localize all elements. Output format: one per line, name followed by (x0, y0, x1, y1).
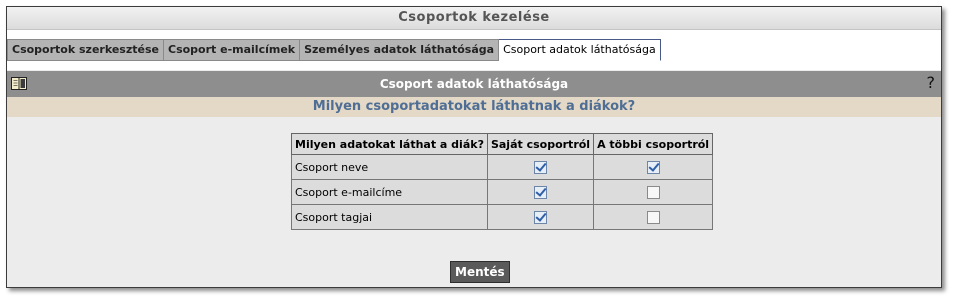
book-icon[interactable] (11, 76, 27, 90)
section-title: Csoport adatok láthatósága (379, 77, 569, 91)
main-panel: Csoportok kezelése Csoportok szerkesztés… (6, 6, 942, 288)
page-title: Csoportok kezelése (7, 7, 941, 30)
checkbox-email-others[interactable] (646, 185, 660, 199)
table-row: Csoport tagjai (291, 204, 714, 230)
tab-group-emails[interactable]: Csoport e-mailcímek (164, 39, 301, 61)
tab-group-data-visibility[interactable]: Csoport adatok láthatósága (499, 39, 661, 61)
row-label: Csoport neve (291, 154, 488, 180)
column-header-other-groups: A többi csoportról (593, 133, 714, 155)
tab-personal-data-visibility[interactable]: Személyes adatok láthatósága (300, 39, 500, 61)
save-button[interactable]: Mentés (450, 261, 510, 283)
help-icon[interactable]: ? (927, 72, 936, 94)
question-heading: Milyen csoportadatokat láthatnak a diáko… (7, 97, 941, 117)
row-label: Csoport e-mailcíme (291, 179, 488, 205)
checkbox-name-own[interactable] (534, 160, 548, 174)
tab-strip: Csoportok szerkesztése Csoport e-mailcím… (7, 30, 941, 70)
column-header-data: Milyen adatokat láthat a diák? (291, 133, 488, 155)
checkbox-name-others[interactable] (646, 160, 660, 174)
checkbox-email-own[interactable] (534, 185, 548, 199)
tab-bar: Csoportok szerkesztése Csoport e-mailcím… (7, 39, 661, 61)
checkbox-members-own[interactable] (534, 210, 548, 224)
table-row: Csoport neve (291, 154, 714, 180)
content-area: Milyen adatokat láthat a diák? Saját cso… (7, 117, 941, 287)
table-header-row: Milyen adatokat láthat a diák? Saját cso… (291, 133, 714, 155)
table-row: Csoport e-mailcíme (291, 179, 714, 205)
checkbox-members-others[interactable] (646, 210, 660, 224)
column-header-own-group: Saját csoportról (486, 133, 595, 155)
section-header: Csoport adatok láthatósága ? (7, 71, 941, 97)
visibility-table: Milyen adatokat láthat a diák? Saját cso… (291, 133, 714, 230)
tab-groups-edit[interactable]: Csoportok szerkesztése (7, 39, 164, 61)
row-label: Csoport tagjai (291, 204, 488, 230)
